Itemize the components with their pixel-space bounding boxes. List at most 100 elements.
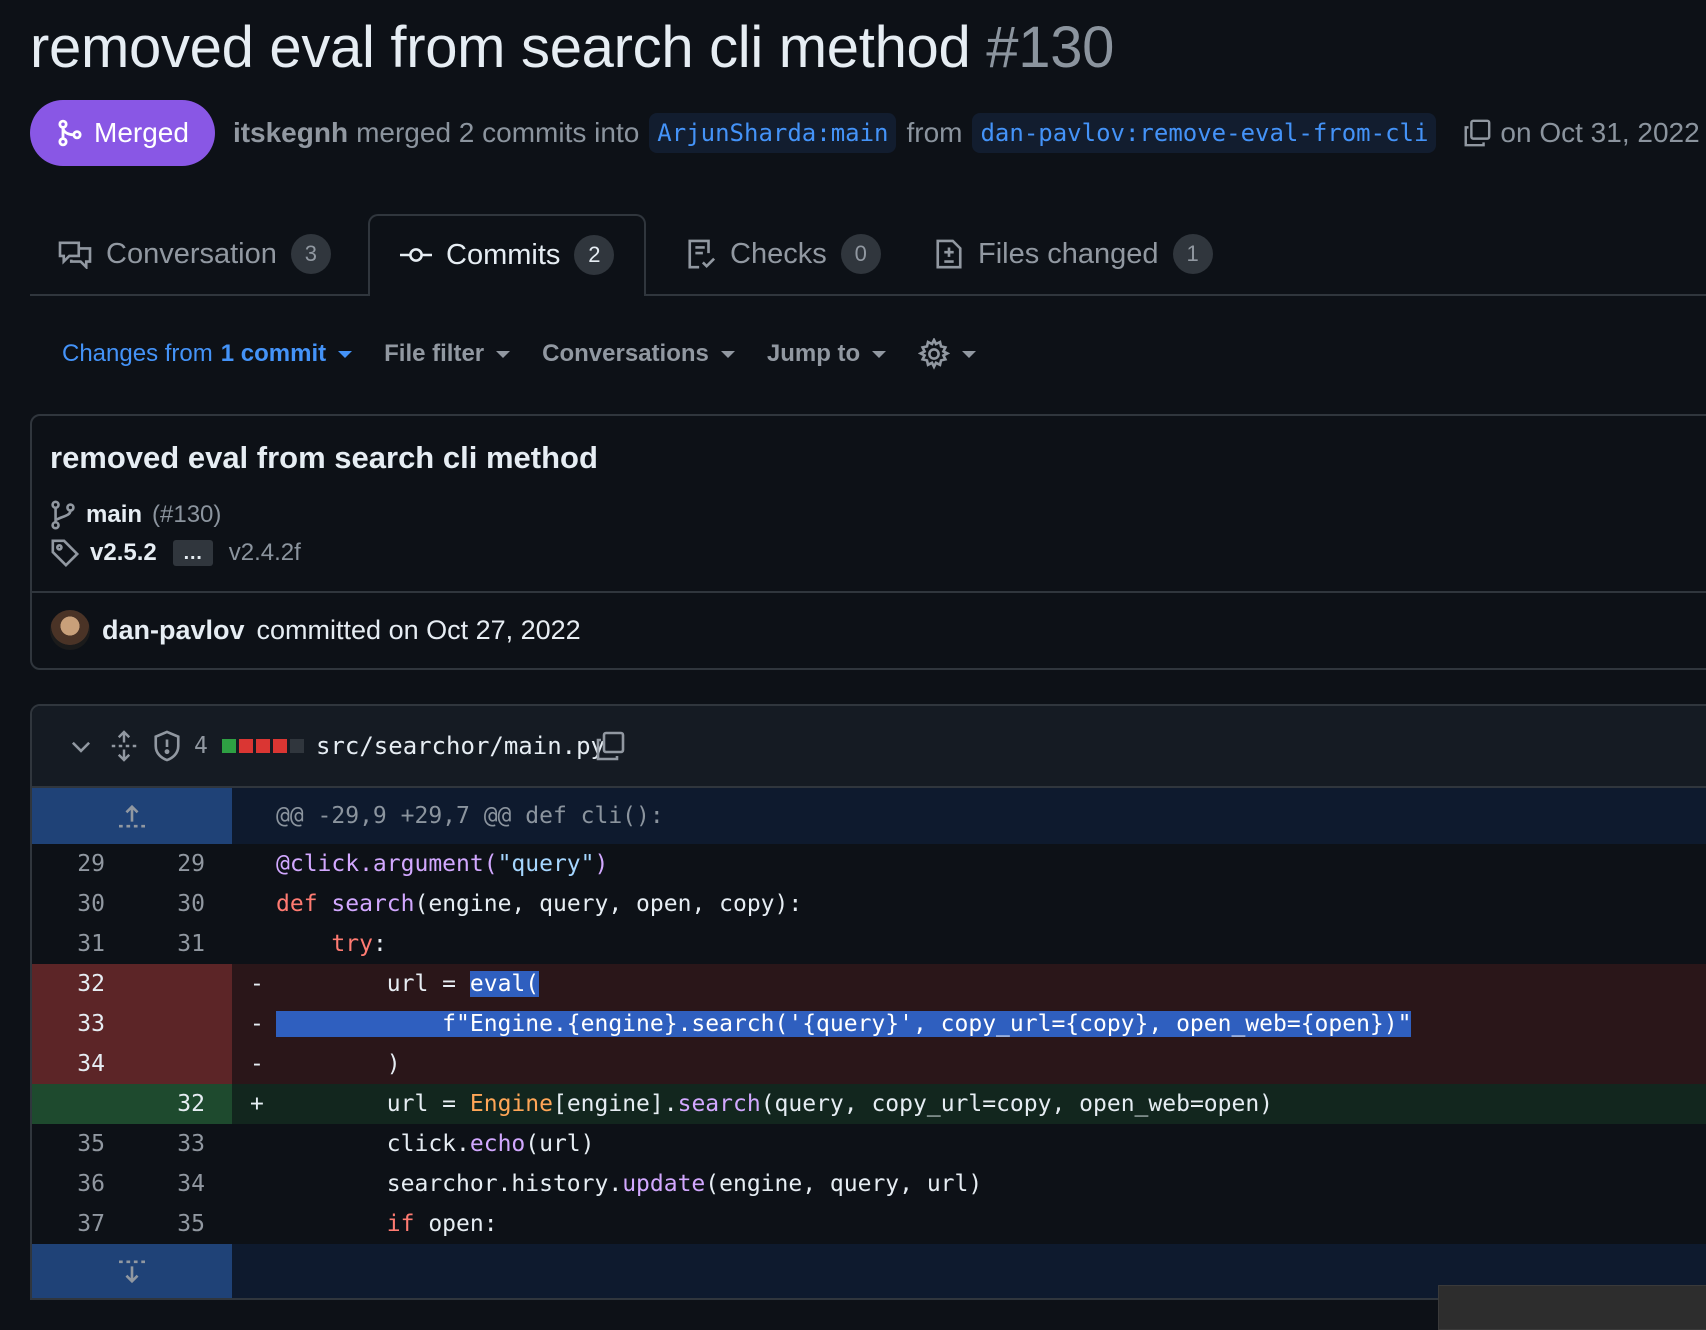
copy-branch-icon[interactable] xyxy=(1462,118,1492,148)
expand-down-icon[interactable] xyxy=(32,1244,232,1298)
old-line-number[interactable] xyxy=(45,1084,105,1124)
commit-tag-first[interactable]: v2.5.2 xyxy=(90,539,157,567)
tab-count: 3 xyxy=(290,234,331,274)
changes-from-label: Changes from xyxy=(62,340,213,367)
code-token: (query, copy_url=copy, open_web=open) xyxy=(760,1091,1274,1117)
code-line: ) xyxy=(276,1051,401,1077)
chevron-down-icon xyxy=(720,350,735,358)
code-line: @click.argument("query") xyxy=(276,844,608,884)
old-line-number[interactable]: 35 xyxy=(45,1124,105,1164)
tab-count: 0 xyxy=(840,234,881,274)
code-token: : xyxy=(372,931,387,957)
tab-checks[interactable]: Checks 0 xyxy=(686,214,881,294)
old-line-number[interactable]: 33 xyxy=(45,1004,105,1044)
shield-icon[interactable] xyxy=(152,706,182,786)
commit-divider xyxy=(32,591,1706,593)
old-line-number[interactable]: 30 xyxy=(45,884,105,924)
comment-discussion-icon xyxy=(58,239,92,269)
file-diff-icon xyxy=(934,238,964,270)
code-token: url = xyxy=(276,1091,470,1117)
diffstat-del-square xyxy=(239,739,253,753)
diff-settings-dropdown[interactable] xyxy=(918,338,977,370)
tab-commits[interactable]: Commits 2 xyxy=(368,214,647,296)
commit-pr-ref[interactable]: (#130) xyxy=(152,501,221,529)
diffstat-bar xyxy=(222,706,304,786)
diffstat-neutral-square xyxy=(290,739,304,753)
new-line-number[interactable]: 33 xyxy=(145,1124,205,1164)
new-line-number[interactable]: 30 xyxy=(145,884,205,924)
commit-tags-line: v2.5.2 … v2.4.2f xyxy=(50,538,301,568)
old-line-number[interactable]: 37 xyxy=(45,1204,105,1244)
file-filter-label: File filter xyxy=(384,340,485,367)
pr-title: removed eval from search cli method #130 xyxy=(30,14,1114,81)
tab-count: 1 xyxy=(1172,234,1213,274)
expand-all-icon[interactable] xyxy=(110,706,138,786)
merged-status-label: Merged xyxy=(94,117,189,148)
tab-files-changed[interactable]: Files changed 1 xyxy=(934,214,1213,294)
tab-conversation[interactable]: Conversation 3 xyxy=(58,214,331,294)
old-line-number[interactable]: 34 xyxy=(45,1044,105,1084)
commit-tag-last[interactable]: v2.4.2f xyxy=(229,539,301,567)
file-path-link[interactable]: src/searchor/main.py xyxy=(316,706,605,786)
old-line-number[interactable]: 31 xyxy=(45,924,105,964)
code-token: if xyxy=(386,1211,415,1237)
horizontal-scrollbar[interactable] xyxy=(1438,1285,1706,1330)
merger-username-link[interactable]: itskegnh xyxy=(233,117,348,149)
head-branch-link[interactable]: dan-pavlov:remove-eval-from-cli xyxy=(972,113,1437,153)
base-branch-link[interactable]: ArjunSharda:main xyxy=(649,113,897,153)
code-token: try xyxy=(331,931,373,957)
code-line: if open: xyxy=(276,1204,498,1244)
new-line-number[interactable]: 34 xyxy=(145,1164,205,1204)
code-line: searchor.history.update(engine, query, u… xyxy=(276,1164,982,1204)
new-line-number[interactable]: 32 xyxy=(145,1084,205,1124)
code-line: def search(engine, query, open, copy): xyxy=(276,884,802,924)
git-branch-icon xyxy=(50,500,76,530)
code-line: f"Engine.{engine}.search('{query}', copy… xyxy=(276,1004,1412,1044)
tab-label: Commits xyxy=(446,238,561,271)
collapse-chevron-icon[interactable] xyxy=(68,706,94,786)
chevron-down-icon xyxy=(496,350,511,358)
new-line-number[interactable]: 31 xyxy=(145,924,205,964)
commit-branch-name[interactable]: main xyxy=(86,501,142,529)
git-merge-icon xyxy=(56,118,84,148)
avatar[interactable] xyxy=(50,610,90,650)
selected-code-token: eval( xyxy=(469,971,540,997)
diff-line: 36 34 searchor.history.update(engine, qu… xyxy=(32,1164,1706,1204)
chevron-down-icon xyxy=(872,350,887,358)
hunk-header-row: @@ -29,9 +29,7 @@ def cli(): xyxy=(32,788,1706,844)
new-line-number[interactable] xyxy=(145,1044,205,1084)
committer-username-link[interactable]: dan-pavlov xyxy=(102,615,245,646)
expand-up-icon[interactable] xyxy=(32,788,232,844)
old-line-number[interactable]: 36 xyxy=(45,1164,105,1204)
commit-branch-line: main (#130) xyxy=(50,500,221,530)
tab-count: 2 xyxy=(574,235,615,275)
new-line-number[interactable] xyxy=(145,964,205,1004)
file-diff: 4 src/searchor/main.py @@ -29,9 +29,7 @@… xyxy=(30,704,1706,1300)
new-line-number[interactable]: 29 xyxy=(145,844,205,884)
old-line-number[interactable]: 32 xyxy=(45,964,105,1004)
code-line: url = Engine[engine].search(query, copy_… xyxy=(276,1084,1273,1124)
commit-info-box: removed eval from search cli method main… xyxy=(30,414,1706,670)
diffstat-del-square xyxy=(273,739,287,753)
code-token: ) xyxy=(594,851,609,877)
tab-label: Conversation xyxy=(106,237,277,270)
new-line-number[interactable]: 35 xyxy=(145,1204,205,1244)
code-token: @click.argument( xyxy=(276,851,498,877)
diff-sign: - xyxy=(250,971,264,997)
conversations-dropdown[interactable]: Conversations xyxy=(542,340,735,368)
diff-line: 37 35 if open: xyxy=(32,1204,1706,1244)
old-line-number[interactable]: 29 xyxy=(45,844,105,884)
changes-from-dropdown[interactable]: Changes from 1 commit xyxy=(62,340,353,368)
code-token: [engine]. xyxy=(552,1091,678,1117)
expand-tags-button[interactable]: … xyxy=(172,540,213,566)
git-commit-icon xyxy=(400,245,432,265)
deleted-line: 32 - url = eval( xyxy=(32,964,1706,1004)
new-line-number[interactable] xyxy=(145,1004,205,1044)
jump-to-dropdown[interactable]: Jump to xyxy=(767,340,887,368)
from-text: from xyxy=(906,117,963,148)
selected-code-token: f"Engine.{engine}.search('{query}', copy… xyxy=(442,1011,1412,1037)
copy-path-icon[interactable] xyxy=(594,706,626,786)
code-token: search xyxy=(331,891,415,917)
file-filter-dropdown[interactable]: File filter xyxy=(384,340,511,368)
